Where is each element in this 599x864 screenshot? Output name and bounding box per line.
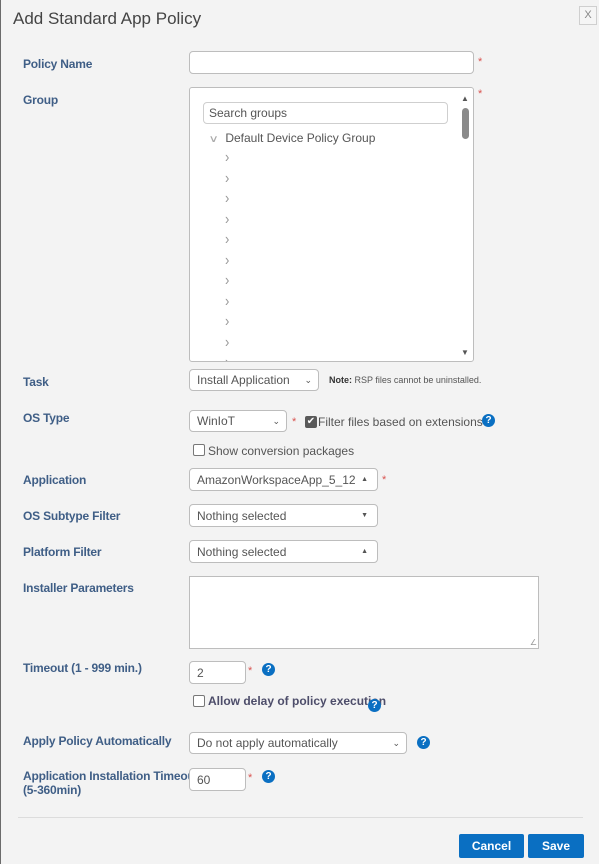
allow-delay-checkbox[interactable]: [193, 695, 205, 707]
apply-automatically-select[interactable]: Do not apply automatically ⌄: [189, 732, 407, 754]
scroll-thumb[interactable]: [462, 108, 469, 139]
chevron-right-icon[interactable]: ›: [225, 209, 229, 227]
allow-delay-label: Allow delay of policy execution: [208, 694, 387, 708]
resize-handle-icon[interactable]: ∠: [530, 638, 537, 647]
installer-parameters-label: Installer Parameters: [23, 581, 134, 595]
chevron-right-icon[interactable]: ›: [225, 353, 229, 362]
chevron-right-icon[interactable]: ›: [225, 230, 229, 248]
help-icon[interactable]: ?: [482, 414, 495, 427]
os-type-label: OS Type: [23, 411, 70, 425]
os-subtype-filter-select[interactable]: Nothing selected ▼: [189, 504, 378, 527]
help-icon[interactable]: ?: [262, 663, 275, 676]
show-conversion-packages-checkbox[interactable]: [193, 444, 205, 456]
filter-extensions-checkbox[interactable]: ✔: [305, 416, 317, 428]
dialog-title: Add Standard App Policy: [13, 9, 202, 28]
caret-up-icon: ▲: [361, 476, 368, 483]
required-marker: *: [292, 416, 297, 428]
apply-automatically-value: Do not apply automatically: [197, 736, 338, 750]
close-button[interactable]: X: [579, 6, 597, 25]
help-icon[interactable]: ?: [368, 699, 381, 712]
policy-name-input[interactable]: [189, 51, 474, 74]
required-marker: *: [478, 88, 483, 100]
chevron-right-icon[interactable]: ›: [225, 291, 229, 309]
required-marker: *: [248, 665, 253, 677]
task-note: Note: RSP files cannot be uninstalled.: [329, 375, 481, 385]
chevron-right-icon[interactable]: ›: [225, 250, 229, 268]
required-marker: *: [382, 474, 387, 486]
platform-filter-value: Nothing selected: [197, 544, 287, 559]
task-select[interactable]: Install Application ⌄: [189, 369, 319, 391]
help-icon[interactable]: ?: [417, 736, 430, 749]
apply-automatically-label: Apply Policy Automatically: [23, 734, 172, 748]
footer-divider: [18, 817, 583, 818]
required-marker: *: [478, 56, 483, 68]
os-type-select[interactable]: WinIoT ⌄: [189, 410, 287, 432]
os-subtype-filter-label: OS Subtype Filter: [23, 509, 121, 523]
caret-up-icon: ▲: [361, 548, 368, 555]
window-edge: [0, 0, 1, 864]
chevron-right-icon[interactable]: ›: [225, 168, 229, 186]
os-type-select-value: WinIoT: [197, 414, 236, 428]
scroll-down-icon[interactable]: ▼: [461, 348, 469, 357]
application-select[interactable]: AmazonWorkspaceApp_5_12.exe ▲: [189, 468, 378, 491]
show-conversion-packages-label: Show conversion packages: [208, 444, 355, 458]
caret-down-icon: ▼: [361, 512, 368, 519]
install-timeout-input[interactable]: 60: [189, 768, 246, 791]
os-subtype-filter-value: Nothing selected: [197, 508, 287, 523]
application-label: Application: [23, 473, 87, 487]
note-text: RSP files cannot be uninstalled.: [352, 375, 482, 385]
task-select-value: Install Application: [197, 373, 290, 387]
timeout-label: Timeout (1 - 999 min.): [23, 661, 142, 675]
search-groups-input[interactable]: Search groups: [203, 102, 448, 124]
chevron-down-icon: ⌄: [392, 737, 400, 748]
scroll-up-icon[interactable]: ▲: [461, 94, 469, 103]
task-label: Task: [23, 375, 49, 389]
installer-parameters-textarea[interactable]: ∠: [189, 576, 539, 649]
group-tree: Search groups ∨ Default Device Policy Gro…: [189, 87, 474, 362]
filter-extensions-label: Filter files based on extensions: [318, 415, 483, 429]
chevron-down-icon[interactable]: ∨: [209, 134, 219, 145]
save-button[interactable]: Save: [528, 834, 584, 858]
policy-name-label: Policy Name: [23, 57, 93, 71]
group-label: Group: [23, 93, 58, 107]
tree-item-default-device-policy-group[interactable]: ∨ Default Device Policy Group: [209, 131, 376, 145]
chevron-down-icon: ⌄: [272, 415, 280, 426]
cancel-button[interactable]: Cancel: [459, 834, 524, 858]
timeout-input[interactable]: 2: [189, 661, 246, 684]
required-marker: *: [248, 772, 253, 784]
install-timeout-label-range: (5-360min): [23, 783, 82, 797]
platform-filter-label: Platform Filter: [23, 545, 102, 559]
chevron-right-icon[interactable]: ›: [225, 332, 229, 350]
note-bold: Note:: [329, 375, 352, 385]
chevron-right-icon[interactable]: ›: [225, 312, 229, 330]
chevron-down-icon: ⌄: [304, 374, 312, 385]
install-timeout-label: Application Installation Timeout: [23, 769, 199, 783]
group-scrollbar[interactable]: ▲ ▼: [459, 88, 473, 361]
help-icon[interactable]: ?: [262, 770, 275, 783]
chevron-right-icon[interactable]: ›: [225, 148, 229, 166]
chevron-right-icon[interactable]: ›: [225, 189, 229, 207]
application-select-value: AmazonWorkspaceApp_5_12.exe: [197, 472, 355, 487]
tree-item-label: Default Device Policy Group: [225, 131, 376, 145]
platform-filter-select[interactable]: Nothing selected ▲: [189, 540, 378, 563]
chevron-right-icon[interactable]: ›: [225, 271, 229, 289]
